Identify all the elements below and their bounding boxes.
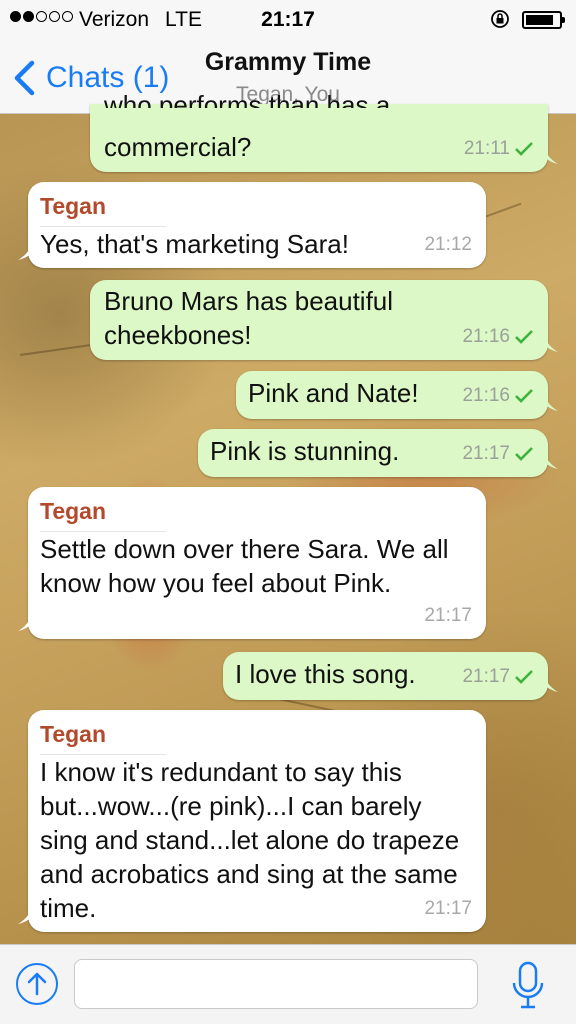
message-time: 21:17	[424, 898, 472, 919]
sender-name: Tegan	[40, 720, 167, 755]
message-text: I know it's redundant to say this but...…	[40, 757, 460, 923]
check-icon	[515, 389, 533, 403]
message-meta: 21:17	[424, 599, 472, 633]
message-composer	[0, 944, 576, 1024]
message-meta: 21:16	[462, 379, 534, 413]
message-text: Yes, that's marketing Sara!	[40, 229, 349, 259]
message-bubble-outgoing[interactable]: who performs than has a commercial? 21:1…	[90, 90, 558, 172]
message-meta: 21:17	[424, 892, 472, 926]
microphone-icon[interactable]	[510, 959, 546, 1011]
message-bubble-incoming[interactable]: Tegan Settle down over there Sara. We al…	[18, 487, 486, 639]
message-bubble-outgoing[interactable]: Pink is stunning. 21:17	[198, 429, 558, 477]
message-text: Pink and Nate!	[248, 378, 419, 408]
message-meta: 21:11	[464, 132, 534, 166]
message-bubble-outgoing[interactable]: Bruno Mars has beautiful cheekbones! 21:…	[90, 280, 558, 360]
message-text: Pink is stunning.	[210, 436, 400, 466]
message-time: 21:16	[462, 385, 510, 406]
message-text-clipped: who performs than has a	[104, 90, 391, 108]
message-bubble-incoming[interactable]: Tegan I know it's redundant to say this …	[18, 710, 486, 932]
sender-name: Tegan	[40, 497, 167, 532]
attach-button[interactable]	[16, 963, 58, 1005]
message-time: 21:11	[463, 138, 510, 159]
message-text: Bruno Mars has beautiful cheekbones!	[104, 286, 394, 350]
message-time: 21:17	[462, 666, 510, 687]
message-input[interactable]	[74, 959, 478, 1009]
chat-title: Grammy Time	[204, 48, 372, 76]
message-time: 21:12	[424, 234, 472, 255]
status-bar: Verizon LTE 21:17	[0, 0, 576, 40]
message-text: commercial?	[104, 132, 252, 162]
arrow-up-circle-icon	[27, 972, 47, 996]
message-meta: 21:17	[462, 437, 534, 471]
message-meta: 21:17	[462, 660, 534, 694]
chevron-left-icon	[14, 60, 35, 96]
rotation-lock-icon	[491, 10, 509, 28]
check-icon	[515, 142, 533, 156]
message-bubble-outgoing[interactable]: I love this song. 21:17	[223, 652, 558, 700]
message-time: 21:17	[424, 605, 472, 626]
sender-name: Tegan	[40, 192, 167, 227]
check-icon	[515, 447, 533, 461]
message-time: 21:16	[462, 326, 510, 347]
message-time: 21:17	[462, 443, 510, 464]
message-text: Settle down over there Sara. We all know…	[40, 534, 449, 598]
message-bubble-outgoing[interactable]: Pink and Nate! 21:16	[236, 371, 558, 419]
message-bubble-incoming[interactable]: Tegan Yes, that's marketing Sara! 21:12	[18, 182, 486, 268]
battery-icon	[522, 11, 565, 29]
check-icon	[515, 670, 533, 684]
check-icon	[515, 330, 533, 344]
message-meta: 21:16	[462, 320, 534, 354]
message-text: I love this song.	[235, 659, 416, 689]
message-meta: 21:12	[424, 228, 472, 262]
